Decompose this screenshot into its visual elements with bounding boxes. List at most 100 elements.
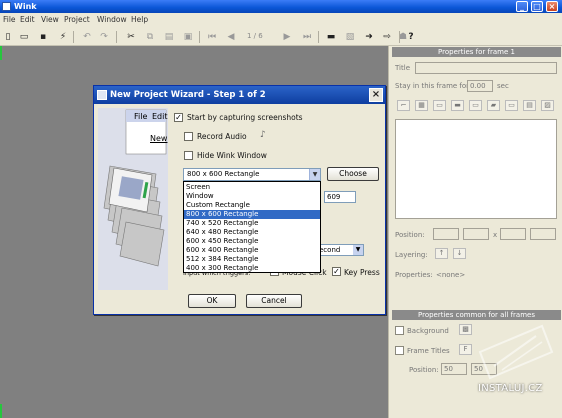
capture-rate-select[interactable]: econd ▼ [316,244,364,256]
delete-icon[interactable]: ▣ [181,30,195,44]
layer-down-arrow-icon[interactable]: ↓ [453,248,466,259]
add-callout-icon[interactable]: ▭ [433,100,446,111]
dialog-close-button[interactable]: × [369,88,383,102]
stay-duration-input[interactable]: 0.00 [467,80,493,92]
hide-wink-checkbox[interactable] [184,151,193,160]
properties-label: Properties: [395,271,433,279]
capture-option[interactable]: Screen [184,183,320,192]
add-note-icon[interactable]: ▤ [523,100,536,111]
key-press-label: Key Press [344,268,380,277]
window-title: Wink [14,2,37,11]
microphone-icon: ♪ [260,130,266,140]
add-button-icon[interactable]: ▬ [451,100,464,111]
wink-app-icon [2,2,11,11]
menu-project[interactable]: Project [64,15,90,24]
properties-value: <none> [436,271,466,279]
save-icon[interactable]: ▪ [36,30,50,44]
start-capture-checkbox[interactable]: ✓ [174,113,183,122]
properties-frame-header: Properties for frame 1 [392,47,561,57]
open-folder-icon[interactable]: ▭ [17,30,31,44]
new-file-icon[interactable]: ▯ [1,30,15,44]
menu-help[interactable]: Help [131,15,148,24]
redo-icon[interactable]: ↷ [97,30,111,44]
add-shape-icon[interactable]: ▰ [487,100,500,111]
dialog-title: New Project Wizard - Step 1 of 2 [110,90,266,100]
cut-icon[interactable]: ✂ [124,30,138,44]
record-audio-label: Record Audio [197,132,247,141]
font-icon[interactable]: F [459,344,472,355]
add-text-box-icon[interactable]: ▭ [469,100,482,111]
illustration-menu-edit: Edit [152,112,168,121]
minimize-button[interactable]: _ [516,1,528,12]
close-button[interactable]: × [546,1,558,12]
capture-option[interactable]: 400 x 300 Rectangle [184,264,320,273]
menu-file[interactable]: File [3,15,16,24]
frame-view-icon[interactable]: ▬ [324,30,338,44]
menu-bar: File Edit View Project Window Help [0,13,562,28]
capture-height-input[interactable]: 609 [324,191,356,203]
capture-option[interactable]: Custom Rectangle [184,201,320,210]
help-question-icon[interactable]: ? [404,30,418,44]
position-x-input[interactable] [433,228,459,240]
position-label: Position: [395,231,425,239]
capture-option[interactable]: 600 x 400 Rectangle [184,246,320,255]
background-checkbox[interactable] [395,326,404,335]
wizard-wand-icon[interactable]: ⚡ [56,30,70,44]
frame-items-list[interactable] [395,119,557,219]
frame-counter: 1 / 6 [247,32,263,40]
chevron-down-icon[interactable]: ▼ [309,169,320,180]
capture-area-dropdown-list[interactable]: Screen Window Custom Rectangle 800 x 600… [183,181,321,273]
first-frame-icon[interactable]: ⏮ [205,30,219,44]
maximize-button[interactable]: □ [531,1,543,12]
undo-icon[interactable]: ↶ [80,30,94,44]
capture-option[interactable]: 640 x 480 Rectangle [184,228,320,237]
frame-title-input[interactable] [415,62,557,74]
menu-edit[interactable]: Edit [20,15,35,24]
background-image-icon[interactable]: ▩ [459,324,472,335]
new-project-wizard-dialog: New Project Wizard - Step 1 of 2 × File … [93,85,386,315]
capture-area-select[interactable]: 800 x 600 Rectangle ▼ [183,168,321,181]
capture-option[interactable]: 512 x 384 Rectangle [184,255,320,264]
watermark-text: INSTALUJ.CZ [478,383,543,394]
frame-titles-label: Frame Titles [407,347,450,355]
ok-button[interactable]: OK [188,294,236,308]
chevron-down-icon[interactable]: ▼ [353,245,363,255]
size-width-input[interactable] [500,228,526,240]
stay-label: Stay in this frame for [395,82,470,90]
capture-option[interactable]: Window [184,192,320,201]
last-frame-icon[interactable]: ⏭ [300,30,314,44]
frame-titles-checkbox[interactable] [395,346,404,355]
size-height-input[interactable] [530,228,556,240]
common-position-x-input[interactable]: 50 [441,363,467,375]
capture-option[interactable]: 740 x 520 Rectangle [184,219,320,228]
export-icon[interactable]: ⇨ [380,30,394,44]
key-press-checkbox[interactable]: ✓ [332,267,341,276]
add-pointer-icon[interactable]: ▨ [541,100,554,111]
choose-button[interactable]: Choose [327,167,379,181]
record-audio-checkbox[interactable] [184,132,193,141]
capture-option[interactable]: 600 x 450 Rectangle [184,237,320,246]
menu-window[interactable]: Window [97,15,127,24]
capture-option-selected[interactable]: 800 x 600 Rectangle [184,210,320,219]
workspace-edge-marker [0,46,2,60]
start-capture-label: Start by capturing screenshots [187,113,303,122]
layering-label: Layering: [395,251,428,259]
layer-up-arrow-icon[interactable]: ↑ [435,248,448,259]
properties-icon[interactable]: ▧ [343,30,357,44]
capture-rate-value: econd [319,246,341,254]
menu-view[interactable]: View [41,15,59,24]
add-link-icon[interactable]: ▭ [505,100,518,111]
add-image-icon[interactable]: ▦ [415,100,428,111]
stay-unit-label: sec [497,82,509,90]
position-separator: x [493,231,498,239]
cursor-icon[interactable]: ⌐ [397,100,410,111]
next-frame-icon[interactable]: ▶ [280,30,294,44]
previous-frame-icon[interactable]: ◀ [224,30,238,44]
title-label: Title [395,64,411,72]
background-label: Background [407,327,449,335]
position-y-input[interactable] [463,228,489,240]
paste-icon[interactable]: ▤ [162,30,176,44]
cancel-button[interactable]: Cancel [246,294,302,308]
render-arrow-icon[interactable]: ➜ [362,30,376,44]
copy-icon[interactable]: ⧉ [143,30,157,44]
